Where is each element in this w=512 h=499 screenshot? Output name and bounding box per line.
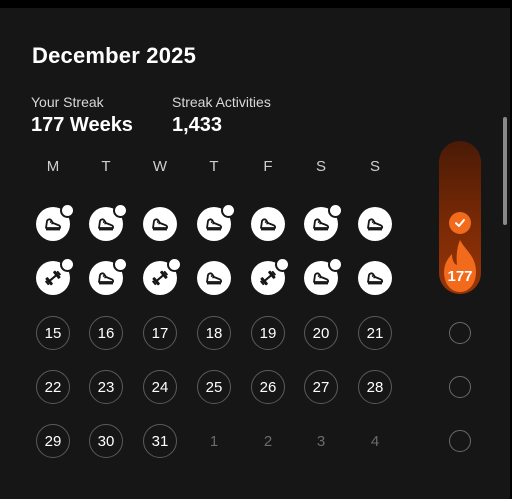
day-number: 3: [316, 432, 326, 450]
activity-day[interactable]: [143, 207, 177, 241]
activity-day[interactable]: [358, 261, 392, 295]
streak-count: 177: [447, 268, 473, 285]
calendar-day[interactable]: 30: [89, 424, 123, 458]
activity-day[interactable]: [304, 257, 343, 295]
day-number: 18: [197, 316, 231, 350]
week-status-circle: [449, 430, 471, 452]
activity-day[interactable]: [251, 257, 290, 295]
calendar-day[interactable]: 24: [143, 370, 177, 404]
activity-day[interactable]: [197, 261, 231, 295]
activities-value: 1,433: [172, 114, 223, 136]
day-number: 16: [89, 316, 123, 350]
calendar-day[interactable]: 29: [36, 424, 70, 458]
top-bar: [0, 0, 512, 8]
day-number: 29: [36, 424, 70, 458]
shoe-icon: [197, 261, 231, 295]
day-number: 20: [304, 316, 338, 350]
day-number: 21: [358, 316, 392, 350]
multiple-activities-dot: [221, 203, 236, 218]
calendar-day[interactable]: 15: [36, 316, 70, 350]
activities-label: Streak Activities: [172, 94, 271, 110]
calendar-day[interactable]: 23: [89, 370, 123, 404]
calendar-day[interactable]: 17: [143, 316, 177, 350]
calendar-day[interactable]: 16: [89, 316, 123, 350]
day-number: 25: [197, 370, 231, 404]
day-number: 19: [251, 316, 285, 350]
shoe-icon: [143, 207, 177, 241]
shoe-icon: [358, 207, 392, 241]
calendar-day[interactable]: 27: [304, 370, 338, 404]
weekday-header: T: [101, 158, 111, 175]
multiple-activities-dot: [167, 257, 182, 272]
multiple-activities-dot: [60, 203, 75, 218]
flame-icon: [444, 240, 476, 292]
calendar-day[interactable]: 22: [36, 370, 70, 404]
activity-day[interactable]: [89, 257, 128, 295]
day-number: 24: [143, 370, 177, 404]
weekday-header: F: [263, 158, 273, 175]
multiple-activities-dot: [60, 257, 75, 272]
activity-day[interactable]: [89, 203, 128, 241]
calendar-day[interactable]: 25: [197, 370, 231, 404]
day-number: 17: [143, 316, 177, 350]
multiple-activities-dot: [113, 203, 128, 218]
activity-day[interactable]: [304, 203, 343, 241]
weekday-header: T: [209, 158, 219, 175]
scrollbar[interactable]: [503, 117, 507, 225]
activities-stat: Streak Activities 1,433: [172, 94, 271, 137]
day-number: 26: [251, 370, 285, 404]
activity-day[interactable]: [251, 207, 285, 241]
weekday-header: M: [46, 158, 60, 175]
multiple-activities-dot: [328, 257, 343, 272]
day-number: 1: [209, 432, 219, 450]
next-month-day[interactable]: 1: [197, 424, 231, 458]
activity-day[interactable]: [36, 257, 75, 295]
streak-label: Your Streak: [31, 94, 104, 110]
check-icon: [455, 219, 465, 227]
day-number: 23: [89, 370, 123, 404]
day-number: 27: [304, 370, 338, 404]
streak-stat: Your Streak 177 Weeks: [31, 94, 133, 137]
day-number: 31: [143, 424, 177, 458]
month-title: December 2025: [32, 43, 197, 68]
next-month-day[interactable]: 3: [304, 424, 338, 458]
streak-value: 177 Weeks: [31, 114, 133, 136]
day-number: 15: [36, 316, 70, 350]
calendar-day[interactable]: 31: [143, 424, 177, 458]
week-complete-check: [449, 212, 471, 234]
day-number: 30: [89, 424, 123, 458]
shoe-icon: [251, 207, 285, 241]
activity-day[interactable]: [143, 257, 182, 295]
shoe-icon: [358, 261, 392, 295]
activity-day[interactable]: [197, 203, 236, 241]
day-number: 22: [36, 370, 70, 404]
week-status-circle: [449, 376, 471, 398]
next-month-day[interactable]: 2: [251, 424, 285, 458]
activity-day[interactable]: [36, 203, 75, 241]
week-status-circle: [449, 322, 471, 344]
day-number: 4: [370, 432, 380, 450]
weekday-header: S: [315, 158, 326, 175]
activity-day[interactable]: [358, 207, 392, 241]
calendar-day[interactable]: 19: [251, 316, 285, 350]
multiple-activities-dot: [328, 203, 343, 218]
calendar-day[interactable]: 18: [197, 316, 231, 350]
next-month-day[interactable]: 4: [358, 424, 392, 458]
day-number: 28: [358, 370, 392, 404]
calendar-day[interactable]: 20: [304, 316, 338, 350]
calendar-day[interactable]: 21: [358, 316, 392, 350]
multiple-activities-dot: [275, 257, 290, 272]
weekday-header: W: [152, 158, 168, 175]
calendar-day[interactable]: 28: [358, 370, 392, 404]
weekday-header: S: [369, 158, 380, 175]
day-number: 2: [263, 432, 273, 450]
multiple-activities-dot: [113, 257, 128, 272]
calendar-day[interactable]: 26: [251, 370, 285, 404]
